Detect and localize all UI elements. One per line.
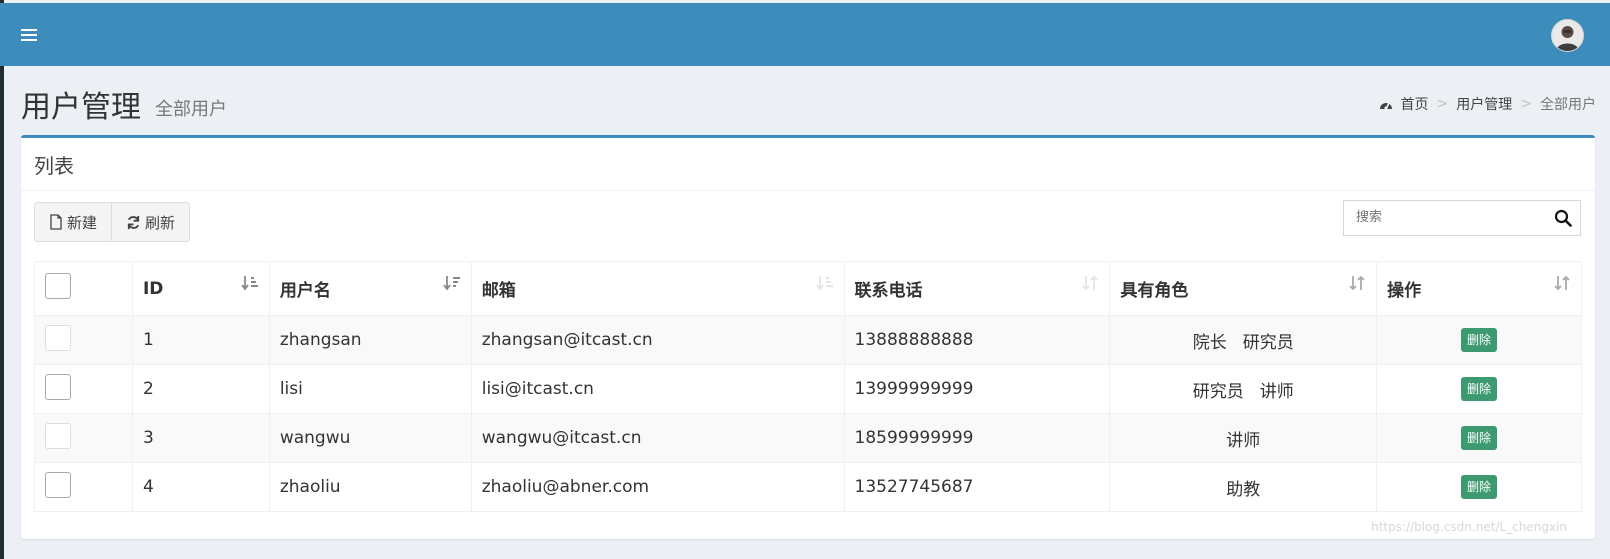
column-header-username[interactable]: 用户名 <box>268 261 472 316</box>
cell-email: wangwu@itcast.cn <box>470 413 845 463</box>
user-table: ID 用户名 邮箱 联系电话 具有角色 操作 1 zhangsan zhangs… <box>34 261 1582 512</box>
row-checkbox[interactable] <box>45 422 71 449</box>
row-checkbox[interactable] <box>45 324 71 351</box>
column-header-label: 操作 <box>1387 281 1422 301</box>
row-checkbox[interactable] <box>45 373 71 400</box>
cell-id: 2 <box>131 364 270 414</box>
cell-username: zhangsan <box>268 315 472 365</box>
cell-roles: 院长 研究员 <box>1109 315 1378 365</box>
column-header-label: 联系电话 <box>854 281 923 301</box>
sort-desc-icon[interactable] <box>442 274 461 292</box>
watermark: https://blog.csdn.net/L_chengxin <box>1371 520 1567 534</box>
box-title: 列表 <box>34 154 74 178</box>
delete-button[interactable]: 删除 <box>1461 475 1498 499</box>
sort-icon[interactable] <box>1081 274 1099 292</box>
page-subtitle: 全部用户 <box>155 99 227 120</box>
table-header-row: ID 用户名 邮箱 联系电话 具有角色 操作 <box>34 261 1582 316</box>
cell-id: 3 <box>131 413 270 463</box>
new-button[interactable]: 新建 <box>34 202 113 242</box>
cell-email: lisi@itcast.cn <box>470 364 845 414</box>
table-row: 4 zhaoliu zhaoliu@abner.com 13527745687 … <box>34 462 1582 512</box>
sort-icon[interactable] <box>1348 274 1366 292</box>
top-navbar <box>0 3 1610 66</box>
role-tag: 研究员 <box>1192 381 1244 402</box>
cell-email: zhaoliu@abner.com <box>470 462 845 512</box>
page-title: 用户管理 <box>21 90 141 125</box>
sidebar-edge <box>0 0 4 559</box>
cell-actions: 删除 <box>1376 413 1582 463</box>
cell-username: zhaoliu <box>268 462 472 512</box>
cell-username: wangwu <box>268 413 472 463</box>
delete-button[interactable]: 删除 <box>1461 328 1498 352</box>
column-header-label: 用户名 <box>279 281 331 301</box>
cell-actions: 删除 <box>1376 462 1582 512</box>
delete-button[interactable]: 删除 <box>1461 377 1498 401</box>
breadcrumb-separator: > <box>1520 96 1532 112</box>
column-header-actions[interactable]: 操作 <box>1376 261 1582 316</box>
select-all-checkbox[interactable] <box>45 273 71 299</box>
cell-phone: 18599999999 <box>843 413 1111 463</box>
column-header-label: ID <box>142 278 164 299</box>
user-avatar[interactable] <box>1551 19 1584 52</box>
divider <box>21 190 1595 191</box>
search-box <box>1343 200 1581 236</box>
column-header-phone[interactable]: 联系电话 <box>843 261 1111 316</box>
role-tag: 研究员 <box>1242 332 1294 353</box>
new-button-label: 新建 <box>67 213 98 232</box>
row-select-cell <box>34 462 133 512</box>
search-input[interactable] <box>1354 209 1548 226</box>
role-tag: 助教 <box>1226 479 1261 500</box>
breadcrumb-current: 全部用户 <box>1540 97 1596 113</box>
refresh-icon <box>127 215 140 229</box>
cell-actions: 删除 <box>1376 315 1582 365</box>
list-box: 列表 新建 刷新 搜索 ID 用户名 邮箱 联系电话 具有角色 操作 1 zha… <box>21 135 1595 539</box>
role-tag: 院长 <box>1192 332 1227 353</box>
delete-button[interactable]: 删除 <box>1461 426 1498 450</box>
table-row: 3 wangwu wangwu@itcast.cn 18599999999 讲师… <box>34 413 1582 463</box>
cell-email: zhangsan@itcast.cn <box>470 315 845 365</box>
role-tag: 讲师 <box>1226 430 1261 451</box>
role-tag: 讲师 <box>1259 381 1294 402</box>
breadcrumb: 首页 > 用户管理 > 全部用户 <box>1379 94 1596 114</box>
sort-icon[interactable] <box>815 274 834 292</box>
sort-asc-icon[interactable] <box>241 274 259 292</box>
select-all-cell <box>34 261 133 316</box>
breadcrumb-separator: > <box>1436 96 1449 112</box>
breadcrumb-home[interactable]: 首页 <box>1401 94 1429 114</box>
file-icon <box>50 214 62 230</box>
refresh-button[interactable]: 刷新 <box>112 202 191 242</box>
column-header-id[interactable]: ID <box>131 261 270 316</box>
table-row: 1 zhangsan zhangsan@itcast.cn 1388888888… <box>34 315 1582 365</box>
hamburger-icon[interactable] <box>21 29 37 41</box>
refresh-button-label: 刷新 <box>145 213 176 232</box>
row-select-cell <box>34 315 133 365</box>
sort-icon[interactable] <box>1553 274 1571 292</box>
column-header-roles[interactable]: 具有角色 <box>1109 261 1378 316</box>
cell-roles: 讲师 <box>1109 413 1378 463</box>
column-header-label: 邮箱 <box>481 281 516 301</box>
column-header-email[interactable]: 邮箱 <box>470 261 845 316</box>
cell-roles: 研究员 讲师 <box>1109 364 1378 414</box>
cell-id: 4 <box>131 462 270 512</box>
row-checkbox[interactable] <box>45 471 71 498</box>
cell-phone: 13888888888 <box>843 315 1111 365</box>
search-icon[interactable] <box>1554 209 1572 227</box>
cell-id: 1 <box>131 315 270 365</box>
cell-phone: 13527745687 <box>843 462 1111 512</box>
cell-actions: 删除 <box>1376 364 1582 414</box>
cell-username: lisi <box>268 364 472 414</box>
row-select-cell <box>34 413 133 463</box>
row-select-cell <box>34 364 133 414</box>
toolbar-button-group: 新建 刷新 <box>34 202 191 242</box>
breadcrumb-user-management[interactable]: 用户管理 <box>1456 94 1512 114</box>
cell-phone: 13999999999 <box>843 364 1111 414</box>
table-row: 2 lisi lisi@itcast.cn 13999999999 研究员 讲师 … <box>34 364 1582 414</box>
dashboard-icon <box>1379 102 1392 110</box>
cell-roles: 助教 <box>1109 462 1378 512</box>
column-header-label: 具有角色 <box>1120 281 1189 301</box>
